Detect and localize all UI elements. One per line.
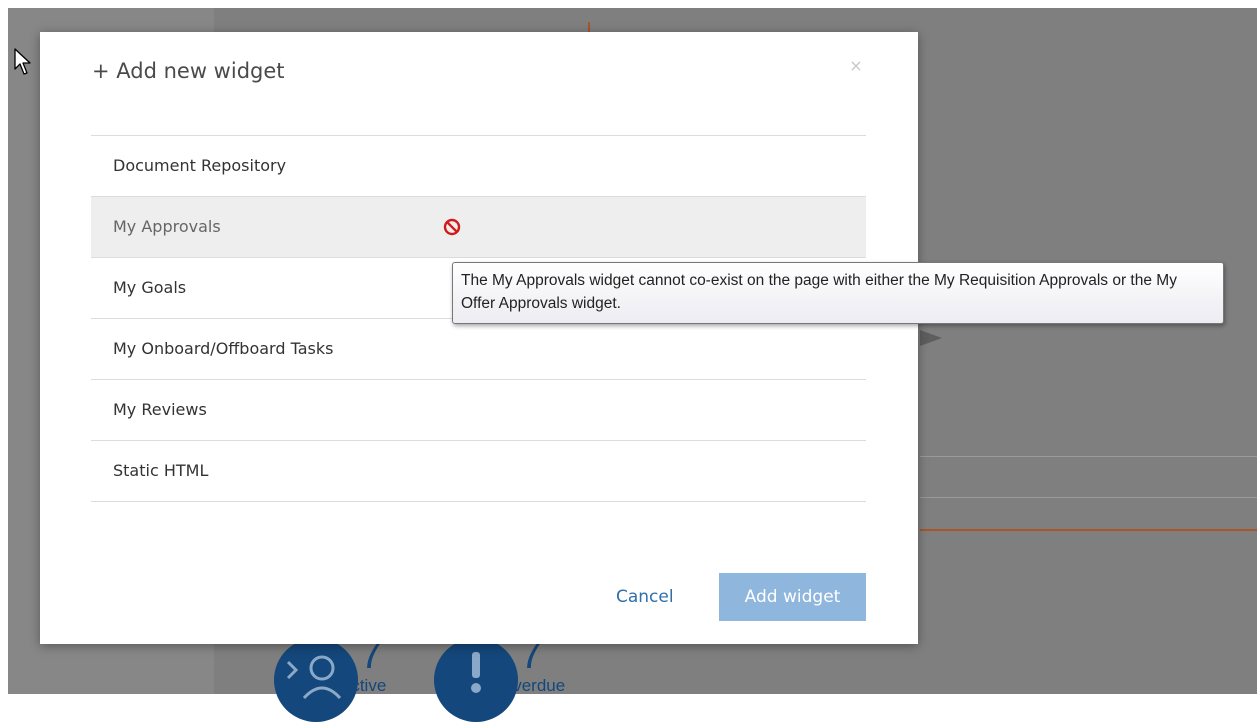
widget-option-my-onboard-offboard-tasks[interactable]: My Onboard/Offboard Tasks [91,319,866,380]
mouse-cursor-icon [14,48,31,75]
background-orange-line [920,529,1257,531]
widget-option-label: My Reviews [113,400,207,419]
widget-option-document-repository[interactable]: Document Repository [91,136,866,197]
background-arrow-icon [920,330,942,346]
not-allowed-icon [443,218,461,236]
widget-option-label: Document Repository [113,156,287,175]
stat-label: Active [340,676,387,695]
add-widget-modal: + Add new widget × Document Repository M… [40,32,918,644]
add-widget-button[interactable]: Add widget [719,573,866,621]
widget-option-static-html[interactable]: Static HTML [91,441,866,502]
modal-title: + Add new widget [92,59,285,83]
cancel-button[interactable]: Cancel [616,584,674,610]
stat-label: Overdue [500,676,566,695]
widget-option-my-reviews[interactable]: My Reviews [91,380,866,441]
close-icon[interactable]: × [846,56,866,76]
widget-conflict-tooltip: The My Approvals widget cannot co-exist … [452,262,1224,324]
widget-option-label: My Approvals [113,217,221,236]
background-top-strip [0,0,1257,8]
widget-option-label: Static HTML [113,461,209,480]
background-orange-tick [588,22,590,32]
widget-option-label: My Onboard/Offboard Tasks [113,339,334,358]
widget-option-my-approvals[interactable]: My Approvals [91,197,866,258]
background-divider [920,456,1257,457]
widget-option-label: My Goals [113,278,187,297]
background-divider [920,497,1257,498]
background-left-strip [0,0,8,694]
